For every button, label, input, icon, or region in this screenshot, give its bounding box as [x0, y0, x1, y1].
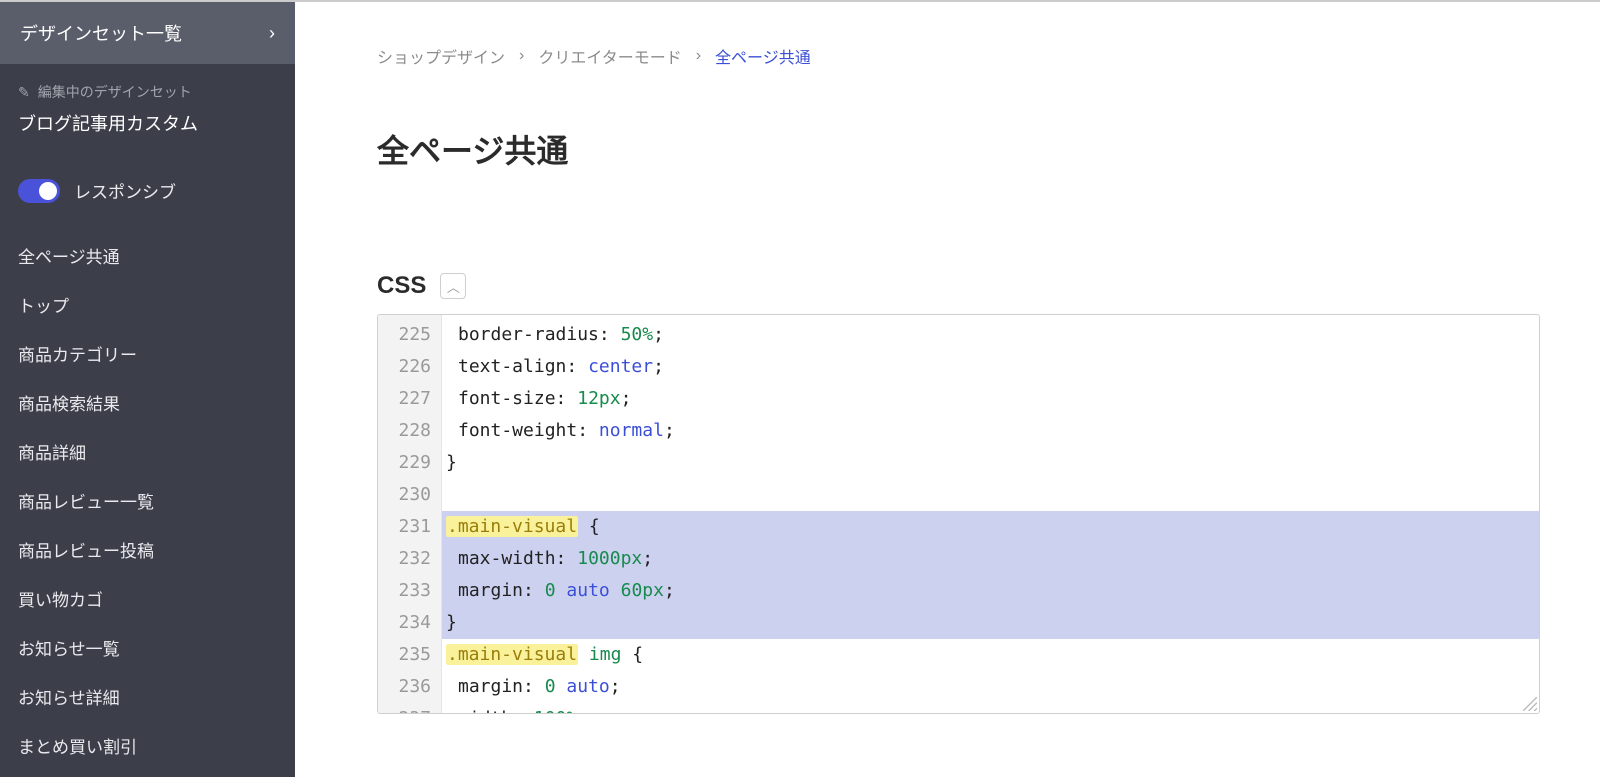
sidebar-item-top[interactable]: トップ [0, 280, 295, 329]
sidebar-item-news-list[interactable]: お知らせ一覧 [0, 623, 295, 672]
editing-label-row: ✎ 編集中のデザインセット [18, 82, 277, 102]
resize-handle-icon[interactable] [1523, 697, 1537, 711]
sidebar-item-all-pages[interactable]: 全ページ共通 [0, 231, 295, 280]
sidebar-item-guide[interactable]: 利用案内 [0, 770, 295, 777]
code-line[interactable]: } [442, 447, 1539, 479]
app-root: デザインセット一覧 › ✎ 編集中のデザインセット ブログ記事用カスタム レスポ… [0, 0, 1600, 777]
line-number: 232 [378, 543, 431, 575]
chevron-right-icon: › [269, 23, 275, 44]
css-collapse-button[interactable]: ︿ [440, 273, 466, 299]
sidebar-item-product-detail[interactable]: 商品詳細 [0, 427, 295, 476]
chevron-up-icon: ︿ [447, 277, 460, 296]
line-number: 237 [378, 703, 431, 714]
sidebar-item-product-category[interactable]: 商品カテゴリー [0, 329, 295, 378]
sidebar-item-cart[interactable]: 買い物カゴ [0, 574, 295, 623]
code-line[interactable]: width: 100%; [442, 703, 1539, 714]
responsive-label: レスポンシブ [74, 178, 176, 203]
sidebar-item-review-list[interactable]: 商品レビュー一覧 [0, 476, 295, 525]
pencil-icon: ✎ [18, 84, 30, 101]
sidebar-item-news-detail[interactable]: お知らせ詳細 [0, 672, 295, 721]
code-line[interactable]: text-align: center; [442, 351, 1539, 383]
sidebar-header-label: デザインセット一覧 [20, 20, 182, 46]
line-number: 226 [378, 351, 431, 383]
editing-label-text: 編集中のデザインセット [38, 82, 192, 102]
sidebar: デザインセット一覧 › ✎ 編集中のデザインセット ブログ記事用カスタム レスポ… [0, 2, 295, 777]
code-line[interactable]: .main-visual { [442, 511, 1539, 543]
line-number: 235 [378, 639, 431, 671]
code-line[interactable]: } [442, 607, 1539, 639]
css-section-header: CSS ︿ [377, 272, 1540, 300]
line-number: 234 [378, 607, 431, 639]
page-title: 全ページ共通 [377, 126, 1540, 172]
code-line[interactable]: font-weight: normal; [442, 415, 1539, 447]
css-editor-gutter: 225226227228229230231232233234235236237 [378, 315, 442, 713]
responsive-toggle[interactable] [18, 179, 60, 203]
line-number: 230 [378, 479, 431, 511]
code-line[interactable]: margin: 0 auto 60px; [442, 575, 1539, 607]
css-section-title: CSS [377, 272, 426, 300]
line-number: 225 [378, 319, 431, 351]
sidebar-item-bulk-discount[interactable]: まとめ買い割引 [0, 721, 295, 770]
main: ショップデザイン › クリエイターモード › 全ページ共通 全ページ共通 CSS… [295, 2, 1600, 777]
code-line[interactable]: margin: 0 auto; [442, 671, 1539, 703]
editing-design-set: ✎ 編集中のデザインセット ブログ記事用カスタム [0, 64, 295, 156]
line-number: 227 [378, 383, 431, 415]
code-line[interactable]: max-width: 1000px; [442, 543, 1539, 575]
css-editor[interactable]: 225226227228229230231232233234235236237 … [377, 314, 1540, 714]
breadcrumb-sep-icon: › [519, 47, 524, 65]
breadcrumb-shop-design[interactable]: ショップデザイン [377, 44, 505, 68]
sidebar-nav: 全ページ共通 トップ 商品カテゴリー 商品検索結果 商品詳細 商品レビュー一覧 … [0, 223, 295, 777]
code-line[interactable]: font-size: 12px; [442, 383, 1539, 415]
editing-design-set-name: ブログ記事用カスタム [18, 110, 277, 136]
line-number: 236 [378, 671, 431, 703]
line-number: 231 [378, 511, 431, 543]
line-number: 228 [378, 415, 431, 447]
line-number: 233 [378, 575, 431, 607]
line-number: 229 [378, 447, 431, 479]
code-line[interactable]: .main-visual img { [442, 639, 1539, 671]
code-line[interactable] [442, 479, 1539, 511]
breadcrumb-sep-icon: › [696, 47, 701, 65]
sidebar-item-review-post[interactable]: 商品レビュー投稿 [0, 525, 295, 574]
code-line[interactable]: border-radius: 50%; [442, 319, 1539, 351]
css-section: CSS ︿ 2252262272282292302312322332342352… [377, 272, 1540, 714]
breadcrumb: ショップデザイン › クリエイターモード › 全ページ共通 [377, 2, 1540, 68]
sidebar-item-product-search[interactable]: 商品検索結果 [0, 378, 295, 427]
css-editor-code[interactable]: border-radius: 50%;text-align: center;fo… [442, 315, 1539, 713]
sidebar-header[interactable]: デザインセット一覧 › [0, 2, 295, 64]
toggle-knob [39, 182, 57, 200]
breadcrumb-current: 全ページ共通 [715, 44, 811, 68]
responsive-toggle-row: レスポンシブ [0, 156, 295, 223]
breadcrumb-creator-mode[interactable]: クリエイターモード [538, 44, 681, 68]
